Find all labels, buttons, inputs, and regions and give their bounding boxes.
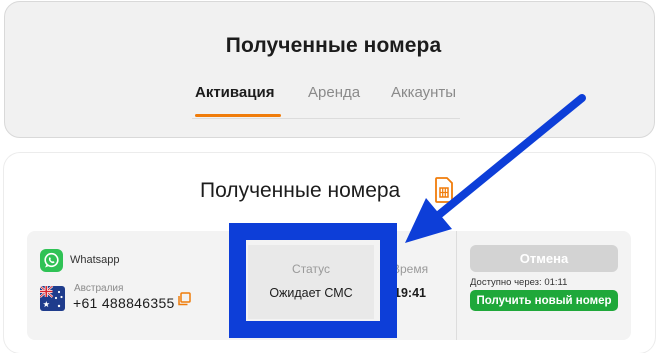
country-name: Австралия [74, 283, 124, 294]
available-timer: Доступно через: 01:11 [470, 277, 568, 288]
whatsapp-icon [40, 249, 63, 272]
australia-flag-icon [40, 286, 65, 311]
tab-bar: Активация Аренда Аккаунты [192, 84, 460, 119]
row-divider [456, 231, 457, 340]
tab-rent[interactable]: Аренда [308, 84, 360, 101]
active-tab-indicator [195, 114, 281, 117]
tab-activation[interactable]: Активация [195, 84, 274, 101]
time-label: Время [392, 262, 429, 276]
phone-number: +61 488846355 [73, 295, 175, 311]
annotation-highlight-frame [229, 223, 397, 338]
copy-icon[interactable] [177, 292, 191, 306]
time-value: 19:41 [394, 286, 426, 300]
tab-accounts[interactable]: Аккаунты [391, 84, 456, 101]
service-name: Whatsapp [70, 254, 120, 266]
sim-card-icon[interactable] [434, 177, 454, 203]
page-title: Полученные номера [225, 34, 442, 57]
get-new-number-button[interactable]: Получить новый номер [470, 290, 618, 311]
section-title: Полученные номера [200, 179, 401, 202]
cancel-button[interactable]: Отмена [470, 245, 618, 272]
